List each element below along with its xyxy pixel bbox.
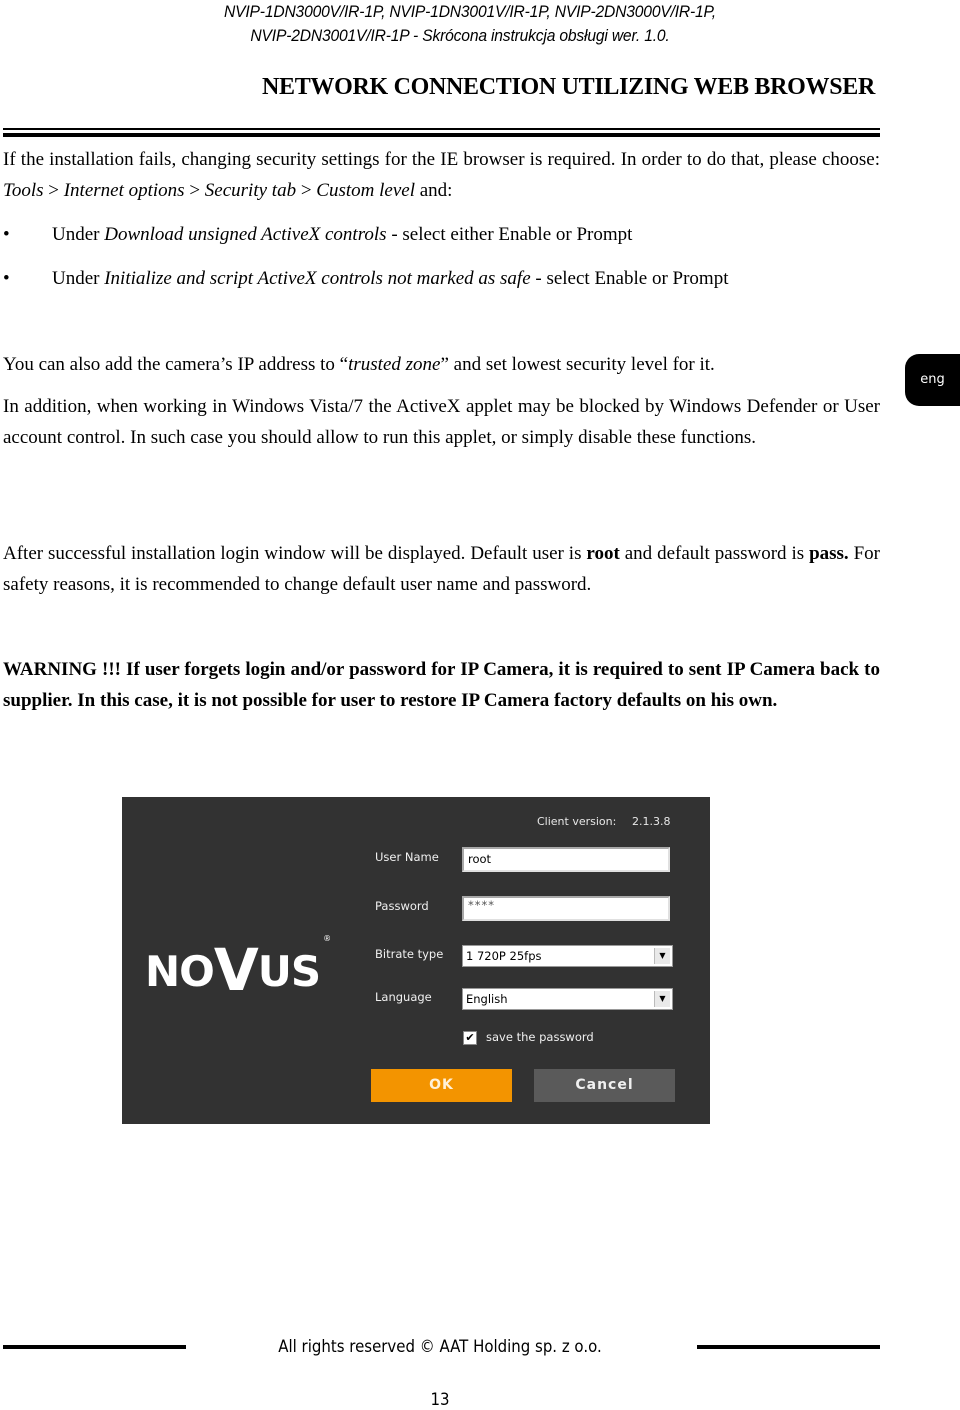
trusted-zone-term: trusted zone (348, 354, 441, 375)
user-name-label: User Name (375, 850, 439, 864)
bitrate-type-value: 1 720P 25fps (466, 949, 542, 963)
warning-paragraph: WARNING !!! If user forgets login and/or… (3, 659, 880, 711)
language-tab-eng: eng (905, 354, 960, 406)
bullet-icon: • (3, 224, 10, 245)
client-version-label: Client version: (537, 815, 617, 828)
default-user: root (586, 543, 620, 564)
footer-copyright: All rights reserved © AAT Holding sp. z … (278, 1337, 602, 1357)
language-label: Language (375, 990, 432, 1004)
bullet-post: - select either Enable or Prompt (386, 224, 633, 245)
paragraph-ie-settings: If the installation fails, changing secu… (3, 145, 880, 206)
p1-text: If the installation fails, changing secu… (3, 149, 880, 170)
client-version-value: 2.1.3.8 (632, 815, 671, 828)
password-label: Password (375, 899, 429, 913)
ok-button[interactable]: OK (371, 1069, 512, 1102)
registered-mark: ® (323, 934, 331, 943)
menu-path-separator: > (296, 179, 317, 201)
bullet-setting-name: Download unsigned ActiveX controls (104, 224, 387, 245)
bullet-icon: • (3, 268, 10, 289)
menu-path-internet-options: Internet options (63, 179, 185, 201)
password-input[interactable]: **** (462, 896, 670, 921)
bullet-pre: Under (52, 268, 105, 289)
checkmark-icon: ✔ (465, 1031, 475, 1044)
novus-logo: NOVUS ® (145, 932, 331, 1004)
login-window-screenshot: NOVUS ® Client version: 2.1.3.8 User Name … (122, 797, 710, 1124)
language-value: English (466, 992, 508, 1006)
menu-path-separator: > (43, 179, 64, 201)
p4-text-b: and default password is (619, 543, 810, 564)
p1-end: and: (414, 179, 453, 201)
menu-path-separator: > (184, 179, 205, 201)
bullet-post: - select Enable or Prompt (530, 268, 729, 289)
p4-text-a: After successful installation login wind… (3, 543, 587, 564)
p2-pre: You can also add the camera’s IP address… (3, 354, 349, 375)
bullet-setting-name: Initialize and script ActiveX controls n… (104, 268, 531, 289)
header-rule-thin (3, 128, 880, 130)
bullet-text: Under Download unsigned ActiveX controls… (52, 220, 632, 250)
logo-part: US (257, 947, 321, 996)
logo-part: V (213, 936, 259, 1004)
save-password-checkbox[interactable]: ✔ (463, 1031, 477, 1045)
menu-path-tools: Tools (3, 179, 44, 201)
menu-path-custom-level: Custom level (316, 179, 415, 201)
default-password: pass. (809, 543, 849, 564)
paragraph-windows-vista: In addition, when working in Windows Vis… (3, 396, 880, 448)
paragraph-trusted-zone: You can also add the camera’s IP address… (3, 350, 880, 381)
cancel-button[interactable]: Cancel (534, 1069, 675, 1102)
user-name-input[interactable]: root (462, 847, 670, 872)
chevron-down-icon[interactable]: ▼ (654, 948, 670, 964)
page-number: 13 (430, 1390, 450, 1410)
bullet-text: Under Initialize and script ActiveX cont… (52, 264, 728, 294)
bullet-pre: Under (52, 224, 105, 245)
header-models-line1: NVIP-1DN3000V/IR-1P, NVIP-1DN3001V/IR-1P… (224, 2, 716, 21)
paragraph-default-credentials: After successful installation login wind… (3, 539, 880, 600)
header-models-line2: NVIP-2DN3001V/IR-1P - Skrócona instrukcj… (250, 26, 670, 45)
menu-path-security-tab: Security tab (204, 179, 297, 201)
section-title: NETWORK CONNECTION UTILIZING WEB BROWSER (261, 74, 875, 100)
header-rule-thick (3, 133, 880, 137)
save-password-label[interactable]: save the password (486, 1030, 594, 1044)
bitrate-type-label: Bitrate type (375, 947, 444, 961)
chevron-down-icon[interactable]: ▼ (654, 991, 670, 1007)
bitrate-type-select[interactable]: 1 720P 25fps ▼ (462, 945, 673, 967)
logo-part: NO (145, 947, 215, 996)
p2-post: ” and set lowest security level for it. (440, 354, 715, 375)
language-select[interactable]: English ▼ (462, 988, 673, 1010)
client-version: Client version: 2.1.3.8 (537, 815, 670, 828)
